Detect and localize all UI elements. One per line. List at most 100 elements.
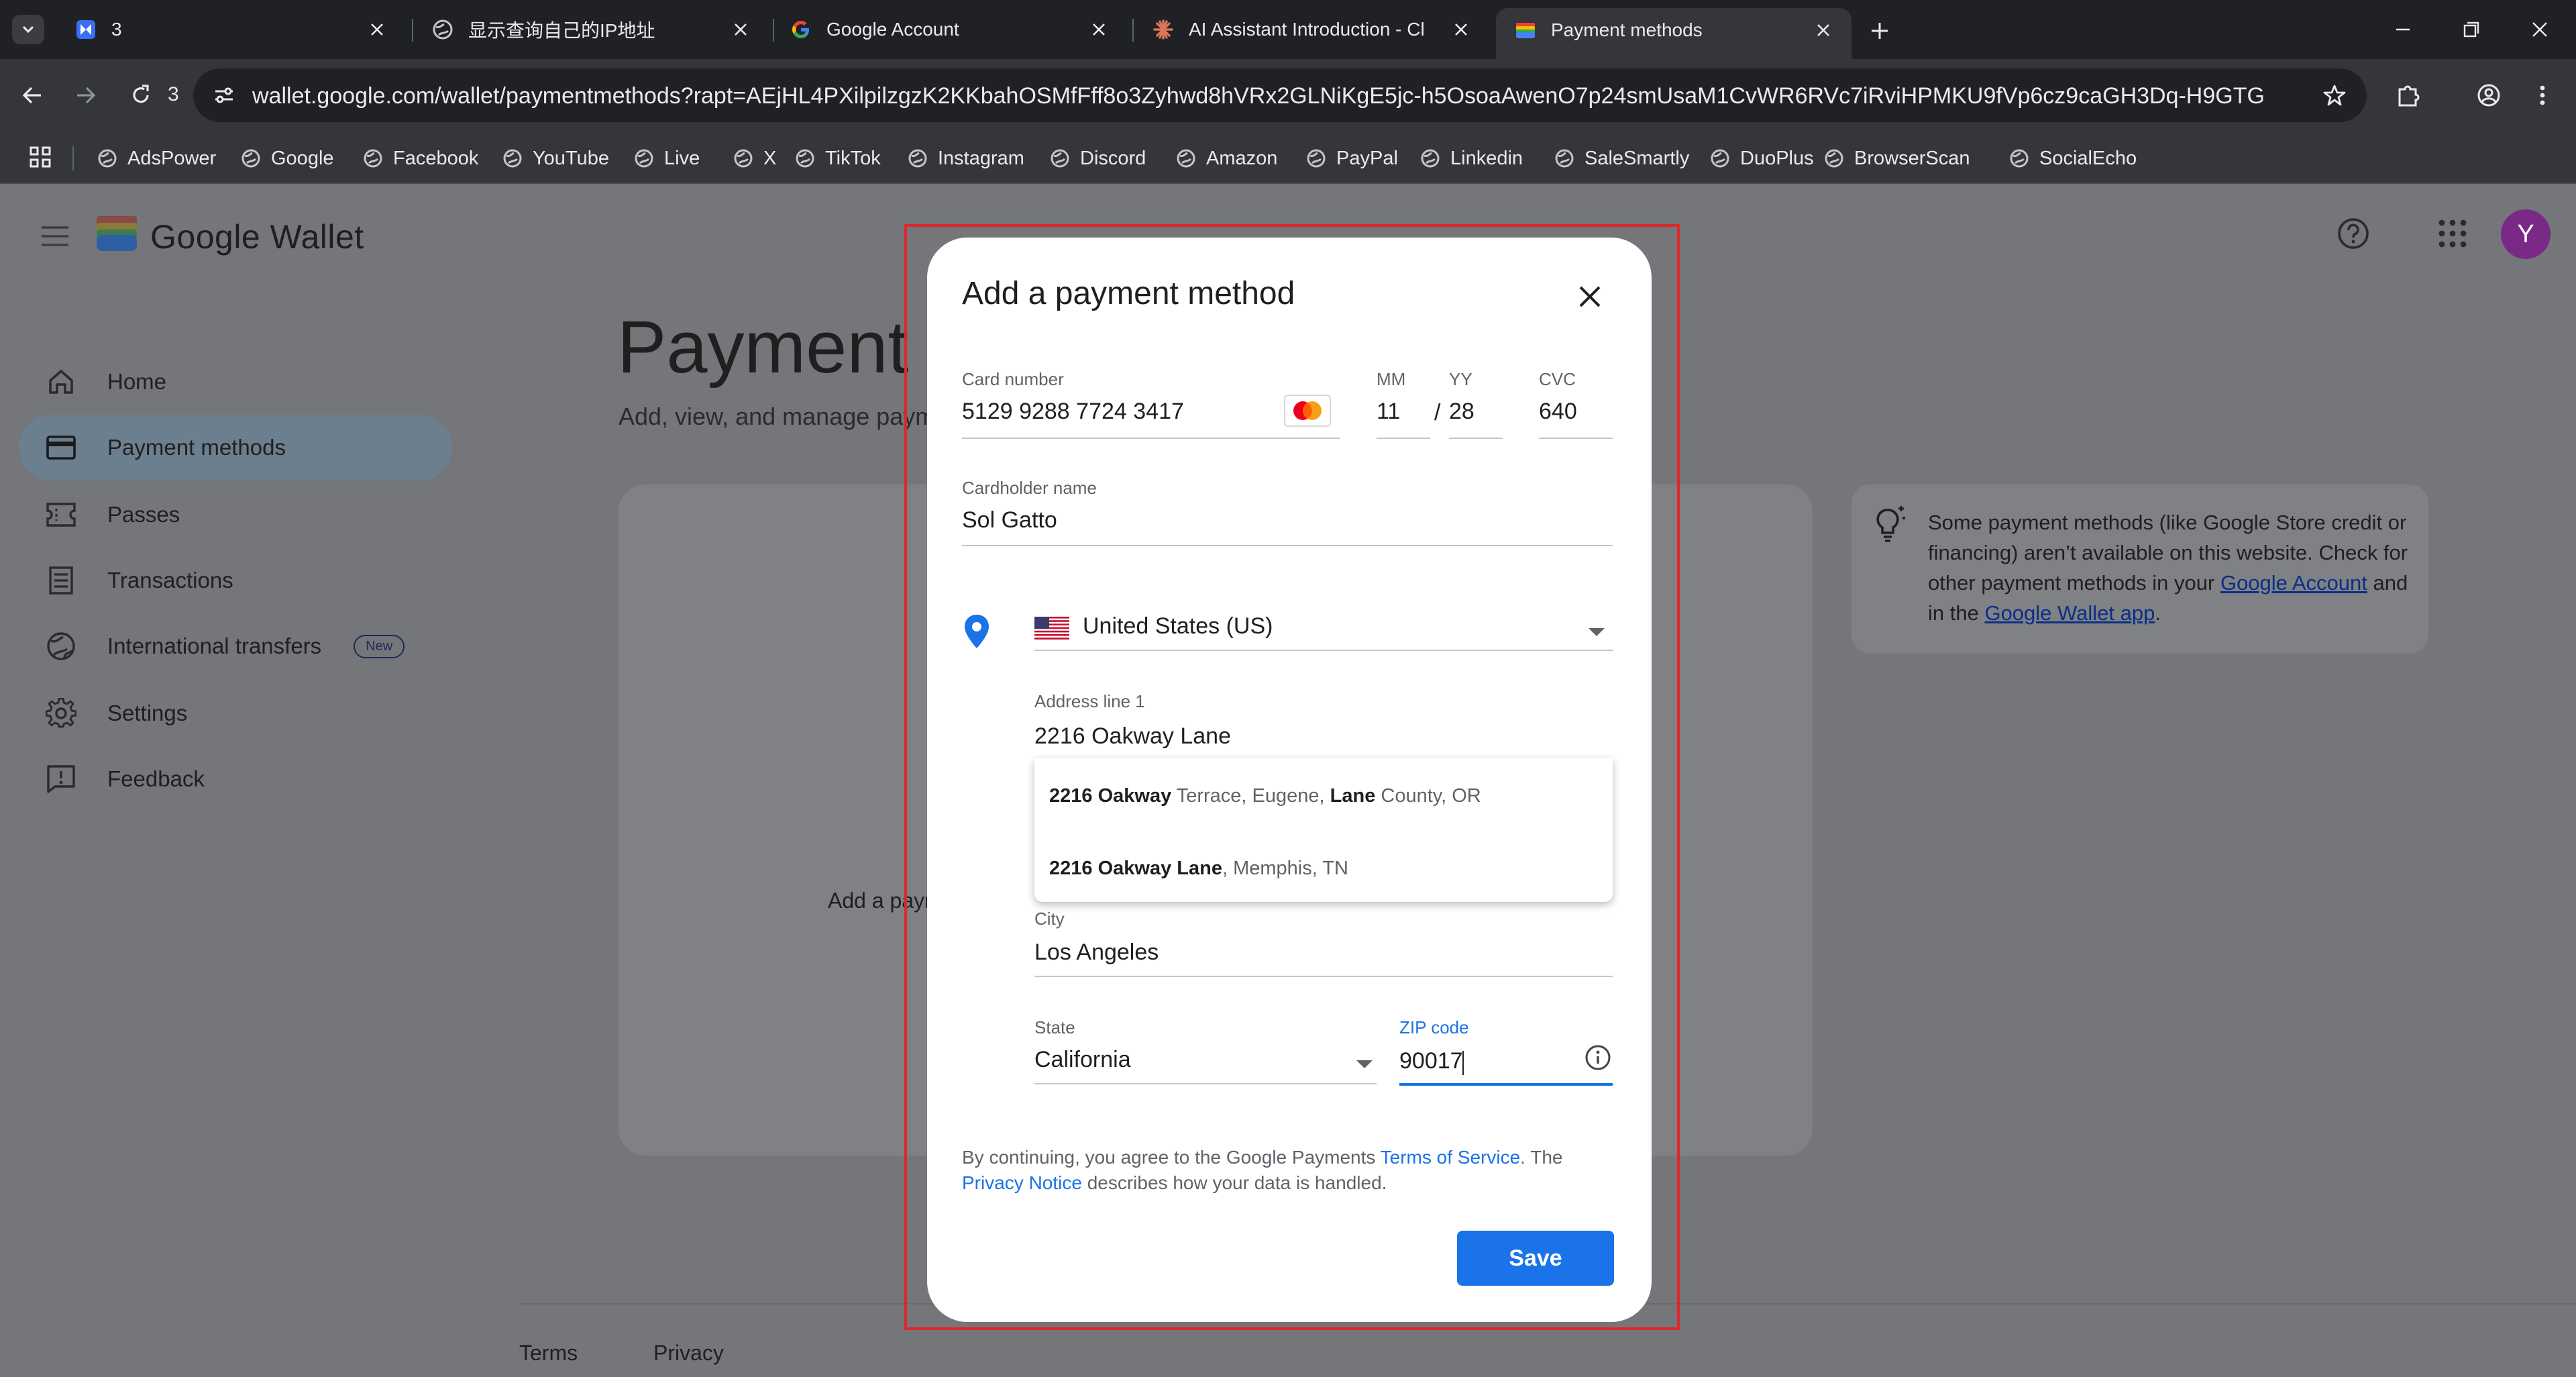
sidebar-item-feedback[interactable]: Feedback [19, 746, 452, 812]
address-suggestion-2[interactable]: 2216 Oakway Lane, Memphis, TN [1049, 858, 1348, 880]
bookmark-item[interactable]: Live [633, 145, 700, 172]
cvc-input[interactable]: 640 [1539, 399, 1577, 425]
minimize-button[interactable] [2383, 15, 2423, 44]
tab-close-icon[interactable] [365, 17, 389, 42]
avatar[interactable]: Y [2501, 209, 2551, 259]
address-bar[interactable]: wallet.google.com/wallet/paymentmethods?… [193, 68, 2367, 122]
google-wallet-app-link[interactable]: Google Wallet app [1984, 601, 2155, 625]
state-label: State [1034, 1017, 1075, 1037]
tab-1[interactable]: 3 [56, 8, 405, 51]
sidebar-item-international-transfers[interactable]: International transfers New [19, 613, 452, 679]
main-menu-button[interactable] [36, 217, 74, 255]
google-apps-icon[interactable] [2434, 215, 2471, 252]
sidebar-item-settings[interactable]: Settings [19, 680, 452, 746]
bookmark-item[interactable]: Google [240, 145, 334, 172]
globe-icon [794, 148, 816, 169]
address1-input[interactable]: 2216 Oakway Lane [1034, 723, 1231, 750]
country-select[interactable]: United States (US) [1083, 613, 1273, 640]
apps-grid-icon[interactable] [27, 144, 54, 170]
zip-label: ZIP code [1399, 1017, 1469, 1037]
tab-search-button[interactable] [12, 15, 44, 44]
tab-4[interactable]: AI Assistant Introduction - Cl [1134, 8, 1489, 51]
sidebar-item-home[interactable]: Home [19, 349, 452, 415]
bookmark-item[interactable]: SocialEcho [2008, 145, 2137, 172]
text-cursor [1462, 1051, 1464, 1075]
bookmark-item[interactable]: X [733, 145, 776, 172]
bookmark-item[interactable]: Discord [1049, 145, 1146, 172]
sidebar-item-transactions[interactable]: Transactions [19, 548, 452, 613]
globe-icon [502, 148, 523, 169]
back-button[interactable] [16, 79, 48, 111]
globe-icon [1305, 148, 1327, 169]
help-icon[interactable] [2334, 215, 2372, 252]
bookmark-item[interactable]: Amazon [1175, 145, 1277, 172]
tab-3[interactable]: Google Account [771, 8, 1127, 51]
site-info-icon[interactable] [208, 79, 240, 111]
profile-button[interactable] [2473, 79, 2505, 111]
info-icon[interactable] [1583, 1043, 1613, 1072]
bookmark-item[interactable]: Instagram [907, 145, 1024, 172]
sidebar-item-passes[interactable]: Passes [19, 482, 452, 548]
bookmark-item[interactable]: AdsPower [97, 145, 216, 172]
tab-close-icon[interactable] [1087, 17, 1111, 42]
footer-terms-link[interactable]: Terms [519, 1341, 578, 1366]
tab-close-icon[interactable] [729, 17, 753, 42]
new-badge: New [354, 634, 405, 658]
city-underline [1034, 976, 1613, 977]
google-account-link[interactable]: Google Account [2220, 571, 2367, 595]
state-select[interactable]: California [1034, 1047, 1131, 1073]
plus-icon [1872, 23, 1888, 39]
sidebar-item-label: Home [107, 369, 167, 394]
privacy-notice-link[interactable]: Privacy Notice [962, 1172, 1082, 1193]
zip-input[interactable]: 90017 [1399, 1048, 1463, 1074]
terms-of-service-link[interactable]: Terms of Service [1381, 1147, 1521, 1168]
mm-input[interactable]: 11 [1377, 399, 1400, 425]
tab-2[interactable]: 显示查询自己的IP地址 [413, 8, 769, 51]
gear-icon [43, 695, 79, 731]
save-button[interactable]: Save [1457, 1231, 1614, 1286]
reload-icon [133, 85, 149, 103]
bookmark-item[interactable]: Linkedin [1419, 145, 1523, 172]
bookmark-item[interactable]: TikTok [794, 145, 881, 172]
forward-button[interactable] [70, 79, 102, 111]
bookmark-item[interactable]: YouTube [502, 145, 609, 172]
bookmark-item[interactable]: SaleSmartly [1554, 145, 1689, 172]
bookmark-item[interactable]: DuoPlus [1709, 145, 1814, 172]
bookmark-item[interactable]: Facebook [362, 145, 478, 172]
extensions-button[interactable] [2392, 79, 2424, 111]
new-tab-button[interactable] [1864, 15, 1896, 47]
bookmark-item[interactable]: BrowserScan [1823, 145, 1970, 172]
google-g-icon [790, 19, 812, 40]
city-input[interactable]: Los Angeles [1034, 939, 1159, 966]
sidebar-item-label: Payment methods [107, 435, 286, 460]
bookmark-label: Linkedin [1450, 147, 1523, 169]
close-window-button[interactable] [2520, 15, 2560, 44]
tab-title: 显示查询自己的IP地址 [468, 20, 655, 41]
tab-close-icon[interactable] [1449, 17, 1473, 42]
bookmark-label: TikTok [825, 147, 881, 169]
sidebar-item-label: Settings [107, 701, 188, 725]
yy-input[interactable]: 28 [1449, 399, 1474, 425]
footer-privacy-link[interactable]: Privacy [653, 1341, 724, 1366]
suggestion-text: , Memphis, TN [1222, 858, 1348, 879]
hamburger-menu-icon [42, 226, 68, 246]
sidebar-item-payment-methods[interactable]: Payment methods [19, 415, 452, 480]
bookmark-item[interactable]: PayPal [1305, 145, 1398, 172]
chevron-down-icon [22, 26, 34, 34]
dropdown-arrow-icon[interactable] [1589, 628, 1605, 636]
tab-close-icon[interactable] [1811, 18, 1835, 42]
dropdown-arrow-icon[interactable] [1356, 1060, 1373, 1068]
address-suggestion-1[interactable]: 2216 Oakway Terrace, Eugene, Lane County… [1049, 785, 1481, 807]
chrome-menu-button[interactable] [2526, 79, 2559, 111]
bookmark-star-icon[interactable] [2318, 79, 2351, 111]
yy-label: YY [1449, 369, 1472, 389]
card-number-input[interactable]: 5129 9288 7724 3417 [962, 399, 1184, 425]
tab-5[interactable]: Payment methods [1496, 8, 1851, 59]
cardholder-input[interactable]: Sol Gatto [962, 507, 1057, 533]
dialog-close-button[interactable] [1571, 278, 1609, 315]
restore-button[interactable] [2451, 15, 2491, 44]
bookmark-label: PayPal [1336, 147, 1398, 169]
reload-button[interactable] [125, 79, 157, 111]
globe-icon [1049, 148, 1071, 169]
card-number-label: Card number [962, 369, 1064, 389]
